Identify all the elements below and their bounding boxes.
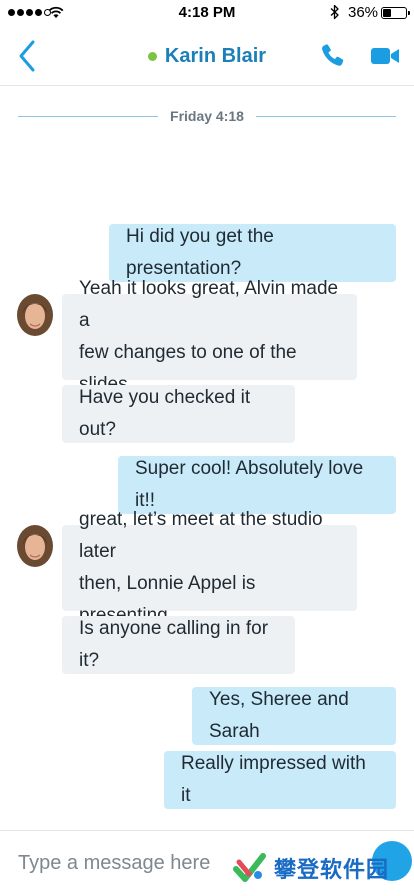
contact-name[interactable]: Karin Blair [165, 45, 266, 68]
phone-icon[interactable] [320, 42, 346, 68]
watermark-text: 攀登软件园 [274, 857, 390, 882]
battery-percentage: 36% [348, 4, 379, 21]
avatar[interactable] [17, 294, 53, 336]
presence-indicator [147, 52, 157, 61]
message-text: Really impressed with it [181, 753, 366, 806]
divider [18, 115, 159, 117]
date-label: Friday 4:18 [170, 108, 244, 124]
message-bubble-outgoing[interactable]: Yes, Sheree and Sarah [192, 687, 396, 745]
message-text-line: great, let’s meet at the studio later [79, 509, 323, 562]
watermark-logo-icon [233, 853, 266, 882]
message-text: Yes, Sheree and Sarah [209, 689, 349, 742]
bluetooth-icon [330, 4, 339, 20]
contact-title: Karin Blair [0, 45, 414, 68]
message-text: Have you checked it out? [79, 387, 251, 440]
message-text-line: Yeah it looks great, Alvin made a [79, 278, 339, 331]
status-bar: 4:18 PM 36% [0, 0, 414, 28]
watermark: 攀登软件园 [230, 848, 389, 888]
avatar[interactable] [17, 525, 53, 567]
battery-fill [383, 9, 391, 17]
message-bubble-incoming[interactable]: Is anyone calling in for it? [62, 616, 295, 674]
message-text: Is anyone calling in for it? [79, 618, 269, 671]
date-separator: Friday 4:18 [18, 108, 396, 124]
back-chevron-icon[interactable] [16, 39, 38, 73]
message-bubble-incoming[interactable]: Have you checked it out? [62, 385, 295, 443]
video-camera-icon[interactable] [370, 45, 400, 67]
message-bubble-incoming[interactable]: Yeah it looks great, Alvin made a few ch… [62, 278, 357, 395]
chat-header: Karin Blair [0, 28, 414, 86]
message-bubble-incoming[interactable]: great, let’s meet at the studio later th… [62, 509, 357, 626]
battery-icon [381, 7, 410, 19]
divider [255, 115, 396, 117]
message-bubble-outgoing[interactable]: Really impressed with it [164, 751, 396, 809]
